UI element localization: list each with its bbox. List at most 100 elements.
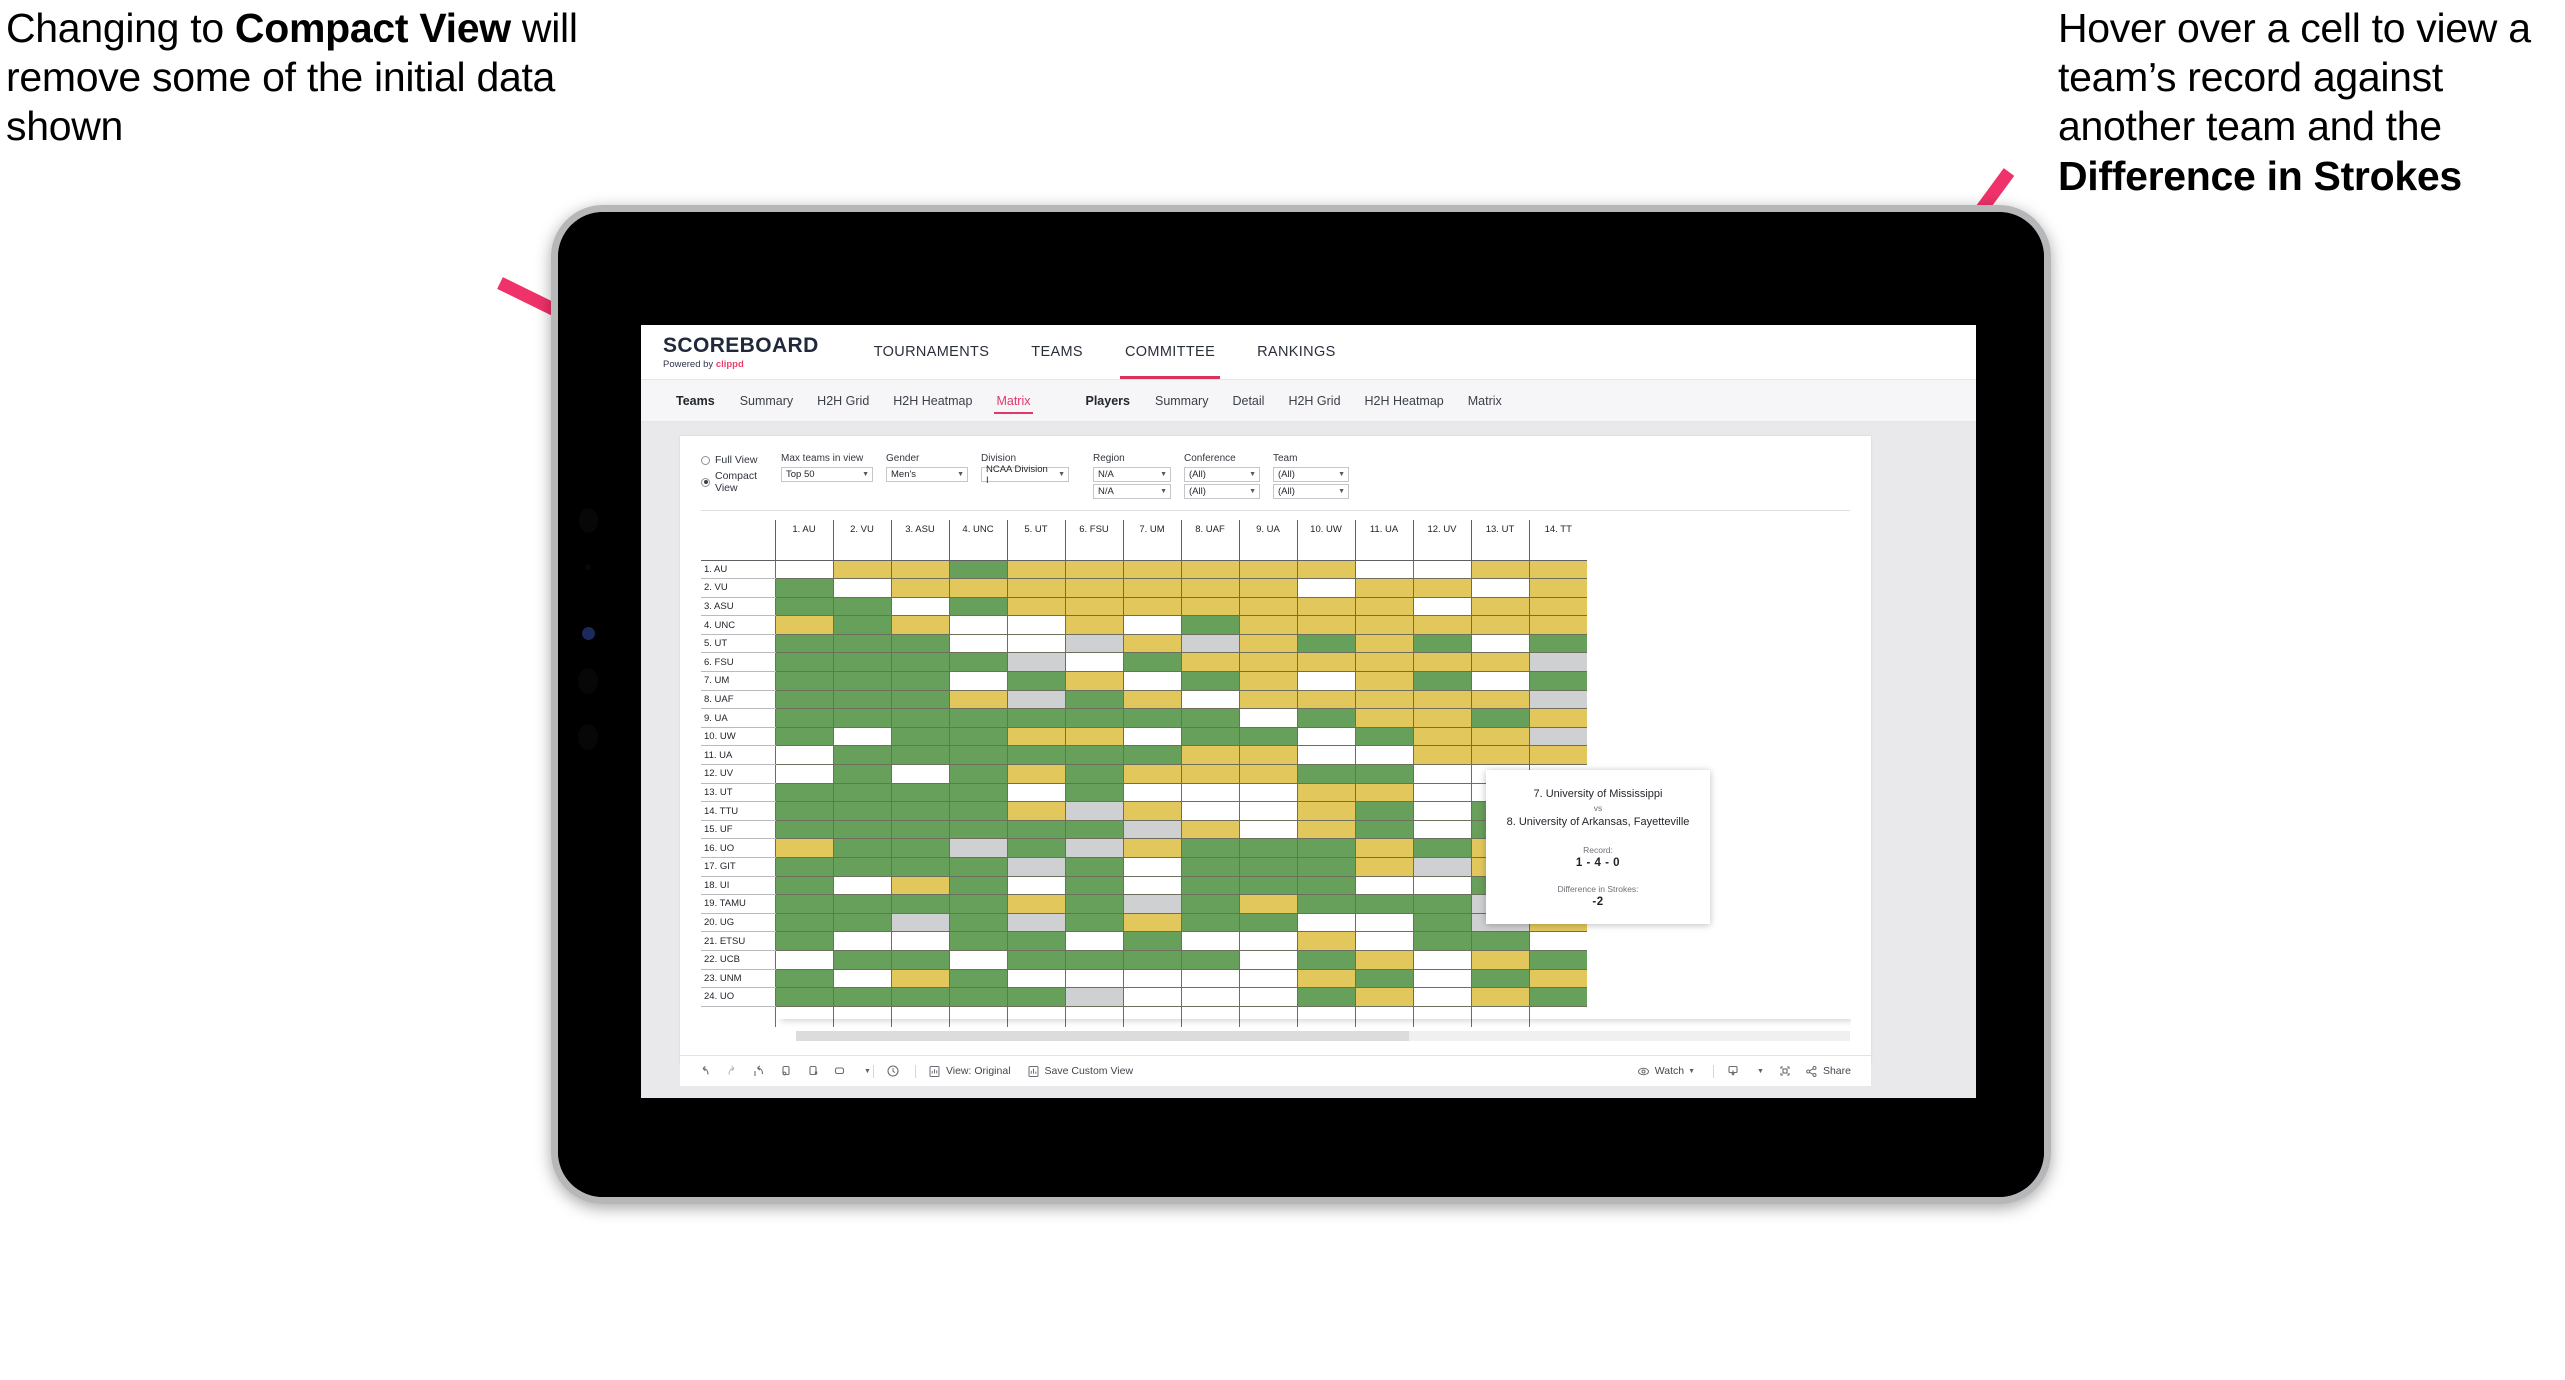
matrix-cell[interactable] <box>1180 615 1239 635</box>
matrix-row-header[interactable]: 16. UO <box>701 838 775 858</box>
matrix-cell[interactable] <box>774 690 833 710</box>
matrix-cell[interactable] <box>1006 764 1065 784</box>
matrix-cell[interactable] <box>948 820 1007 840</box>
matrix-cell[interactable] <box>774 764 833 784</box>
matrix-cell[interactable] <box>774 745 833 766</box>
matrix-cell[interactable] <box>1354 950 1413 970</box>
matrix-cell[interactable] <box>832 690 891 710</box>
save-custom-view-button[interactable]: Save Custom View <box>1027 1065 1133 1078</box>
matrix-cell[interactable] <box>1528 634 1587 654</box>
matrix-cell[interactable] <box>1122 913 1181 933</box>
matrix-row-header[interactable]: 20. UG <box>701 913 775 933</box>
matrix-row-header[interactable]: 3. ASU <box>701 597 775 617</box>
matrix-cell[interactable] <box>1238 690 1297 710</box>
filter-max-teams-select[interactable]: Top 50 ▼ <box>781 467 873 482</box>
matrix-cell[interactable] <box>1006 894 1065 914</box>
matrix-cell[interactable] <box>1296 708 1355 728</box>
matrix-row-header[interactable]: 21. ETSU <box>701 931 775 951</box>
matrix-cell[interactable] <box>1296 894 1355 914</box>
matrix-cell[interactable] <box>948 745 1007 766</box>
matrix-cell[interactable] <box>1064 801 1123 821</box>
share-button[interactable]: Share <box>1805 1065 1851 1078</box>
matrix-cell[interactable] <box>948 783 1007 803</box>
matrix-cell[interactable] <box>1064 597 1123 617</box>
matrix-row-header[interactable]: 9. UA <box>701 708 775 728</box>
matrix-cell[interactable] <box>1122 597 1181 617</box>
matrix-cell[interactable] <box>1064 857 1123 877</box>
matrix-cell[interactable] <box>1064 708 1123 728</box>
matrix-col-header[interactable]: 3. ASU <box>890 520 949 561</box>
matrix-cell[interactable] <box>1122 876 1181 896</box>
matrix-cell[interactable] <box>1354 894 1413 914</box>
matrix-cell[interactable] <box>1354 969 1413 989</box>
matrix-cell[interactable] <box>1064 690 1123 710</box>
matrix-cell[interactable] <box>1296 950 1355 970</box>
matrix-cell[interactable] <box>1238 597 1297 617</box>
matrix-cell[interactable] <box>774 615 833 635</box>
matrix-cell[interactable] <box>1006 597 1065 617</box>
matrix-cell[interactable] <box>1412 969 1471 989</box>
matrix-col-header[interactable]: 7. UM <box>1122 520 1181 561</box>
matrix-cell[interactable] <box>1296 652 1355 673</box>
matrix-cell[interactable] <box>1296 690 1355 710</box>
matrix-cell[interactable] <box>1528 615 1587 635</box>
matrix-cell[interactable] <box>1296 801 1355 821</box>
matrix-col-header[interactable]: 8. UAF <box>1180 520 1239 561</box>
matrix-row-header[interactable]: 5. UT <box>701 634 775 654</box>
matrix-cell[interactable] <box>948 671 1007 691</box>
matrix-cell[interactable] <box>774 671 833 691</box>
matrix-cell[interactable] <box>1412 764 1471 784</box>
matrix-row-header[interactable]: 18. UI <box>701 876 775 896</box>
matrix-cell[interactable] <box>1238 857 1297 877</box>
filter-region-select-2[interactable]: N/A ▼ <box>1093 484 1171 499</box>
matrix-cell[interactable] <box>1180 708 1239 728</box>
matrix-row-header[interactable]: 23. UNM <box>701 969 775 989</box>
matrix-cell[interactable] <box>1180 857 1239 877</box>
matrix-cell[interactable] <box>774 560 833 580</box>
redo-icon[interactable] <box>725 1064 739 1078</box>
matrix-cell[interactable] <box>1064 876 1123 896</box>
matrix-cell[interactable] <box>1412 801 1471 821</box>
matrix-cell[interactable] <box>948 690 1007 710</box>
matrix-cell[interactable] <box>1412 671 1471 691</box>
matrix-cell[interactable] <box>832 745 891 766</box>
matrix-cell[interactable] <box>1354 783 1413 803</box>
matrix-cell[interactable] <box>948 708 1007 728</box>
view-original-button[interactable]: View: Original <box>928 1065 1011 1078</box>
matrix-cell[interactable] <box>1470 634 1529 654</box>
matrix-cell[interactable] <box>1296 931 1355 951</box>
matrix-cell[interactable] <box>1296 838 1355 858</box>
matrix-row-header[interactable]: 6. FSU <box>701 652 775 673</box>
matrix-cell[interactable] <box>774 987 833 1007</box>
download-icon[interactable] <box>1726 1064 1740 1078</box>
matrix-cell[interactable] <box>948 913 1007 933</box>
matrix-cell[interactable] <box>1006 913 1065 933</box>
matrix-cell[interactable] <box>774 652 833 673</box>
matrix-cell[interactable] <box>1528 745 1587 766</box>
matrix-cell[interactable] <box>774 894 833 914</box>
matrix-cell[interactable] <box>832 671 891 691</box>
matrix-cell[interactable] <box>1528 708 1587 728</box>
matrix-cell[interactable] <box>1122 634 1181 654</box>
matrix-cell[interactable] <box>1238 838 1297 858</box>
matrix-cell[interactable] <box>1006 560 1065 580</box>
matrix-cell[interactable] <box>832 652 891 673</box>
matrix-row-header[interactable]: 4. UNC <box>701 615 775 635</box>
matrix-cell[interactable] <box>1354 820 1413 840</box>
filter-region-select-1[interactable]: N/A ▼ <box>1093 467 1171 482</box>
matrix-cell[interactable] <box>1296 634 1355 654</box>
matrix-cell[interactable] <box>774 578 833 598</box>
matrix-cell[interactable] <box>1064 913 1123 933</box>
filter-division-select[interactable]: NCAA Division I ▼ <box>981 464 1069 486</box>
matrix-cell[interactable] <box>1528 597 1587 617</box>
matrix-cell[interactable] <box>1006 838 1065 858</box>
matrix-cell[interactable] <box>890 950 949 970</box>
matrix-cell[interactable] <box>832 615 891 635</box>
matrix-cell[interactable] <box>1006 969 1065 989</box>
matrix-cell[interactable] <box>1354 727 1413 747</box>
matrix-cell[interactable] <box>890 560 949 580</box>
matrix-cell[interactable] <box>948 578 1007 598</box>
matrix-cell[interactable] <box>1470 950 1529 970</box>
matrix-cell[interactable] <box>1064 560 1123 580</box>
topnav-teams[interactable]: TEAMS <box>1010 325 1104 379</box>
